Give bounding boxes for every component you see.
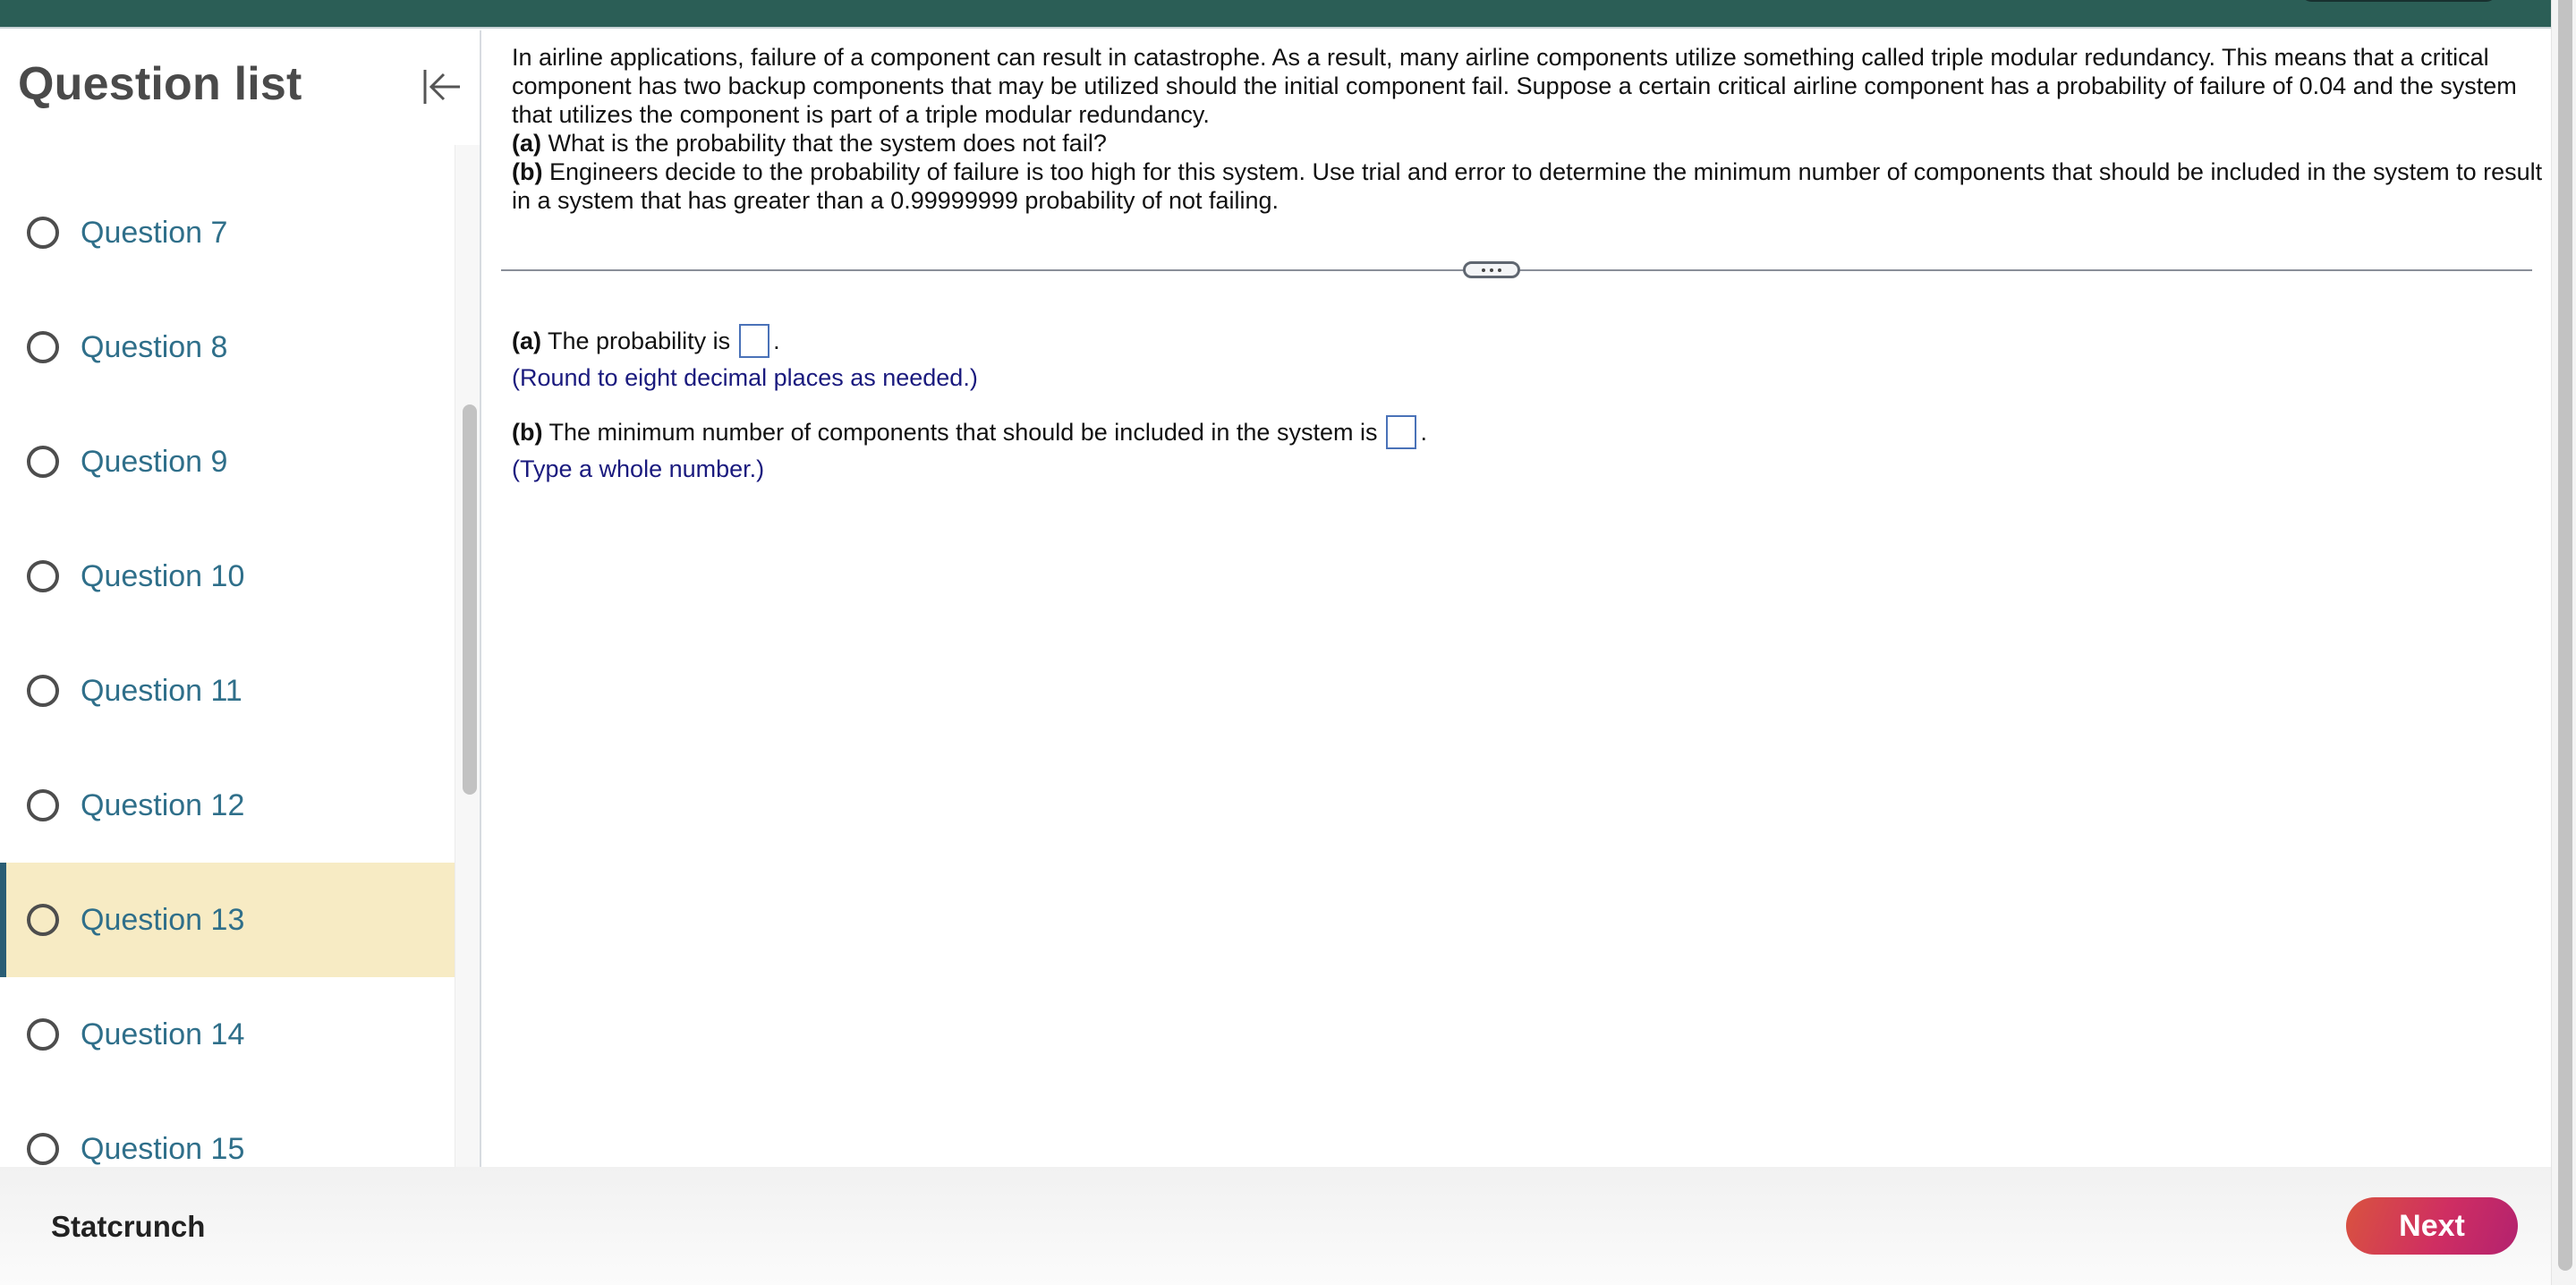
radio-unanswered-icon bbox=[27, 789, 59, 821]
question-list-sidebar: Question list Question 7 Question 8 Ques… bbox=[0, 30, 481, 1167]
question-item-8[interactable]: Question 8 bbox=[0, 290, 455, 404]
question-item-11[interactable]: Question 11 bbox=[0, 634, 455, 748]
question-item-label: Question 12 bbox=[81, 787, 245, 822]
question-item-label: Question 14 bbox=[81, 1017, 245, 1051]
radio-unanswered-icon bbox=[27, 904, 59, 936]
footer-bar: Statcrunch Next bbox=[0, 1167, 2551, 1285]
answer-a-label: (a) bbox=[512, 327, 541, 354]
top-bar-button[interactable] bbox=[2300, 0, 2498, 2]
question-item-label: Question 13 bbox=[81, 902, 245, 937]
radio-unanswered-icon bbox=[27, 1133, 59, 1165]
question-item-14[interactable]: Question 14 bbox=[0, 977, 455, 1092]
question-item-label: Question 9 bbox=[81, 444, 228, 479]
question-item-13-active[interactable]: Question 13 bbox=[0, 863, 455, 977]
sidebar-title: Question list bbox=[18, 58, 302, 110]
part-b-text: Engineers decide to the probability of f… bbox=[512, 158, 2543, 214]
radio-unanswered-icon bbox=[27, 446, 59, 478]
part-a-label: (a) bbox=[512, 130, 541, 157]
question-item-10[interactable]: Question 10 bbox=[0, 519, 455, 634]
answer-part-a: (a) The probability is . (Round to eight… bbox=[512, 324, 978, 392]
radio-unanswered-icon bbox=[27, 675, 59, 707]
divider-drag-handle[interactable] bbox=[1463, 261, 1520, 278]
next-button[interactable]: Next bbox=[2346, 1197, 2518, 1255]
answer-b-suffix: . bbox=[1420, 418, 1427, 446]
page-scrollbar[interactable] bbox=[2551, 0, 2576, 1285]
question-list: Question 7 Question 8 Question 9 Questio… bbox=[0, 175, 455, 1167]
question-item-label: Question 8 bbox=[81, 329, 228, 364]
radio-unanswered-icon bbox=[27, 1018, 59, 1051]
answer-b-label: (b) bbox=[512, 418, 543, 446]
part-a-text: What is the probability that the system … bbox=[548, 130, 1107, 157]
question-item-label: Question 15 bbox=[81, 1131, 245, 1166]
page-scrollbar-thumb[interactable] bbox=[2558, 0, 2572, 1271]
collapse-sidebar-button[interactable] bbox=[419, 63, 463, 111]
radio-unanswered-icon bbox=[27, 331, 59, 363]
question-item-label: Question 7 bbox=[81, 215, 228, 250]
sidebar-scrollbar-thumb[interactable] bbox=[463, 404, 477, 795]
answer-b-input[interactable] bbox=[1386, 415, 1417, 449]
question-panel: In airline applications, failure of a co… bbox=[483, 30, 2551, 1167]
question-item-12[interactable]: Question 12 bbox=[0, 748, 455, 863]
question-intro: In airline applications, failure of a co… bbox=[512, 44, 2517, 128]
answer-part-b: (b) The minimum number of components tha… bbox=[512, 415, 1427, 483]
more-horizontal-icon bbox=[1498, 268, 1501, 272]
more-horizontal-icon bbox=[1482, 268, 1485, 272]
question-item-label: Question 10 bbox=[81, 558, 245, 593]
question-item-label: Question 11 bbox=[81, 673, 242, 708]
collapse-left-icon bbox=[423, 70, 460, 104]
more-horizontal-icon bbox=[1490, 268, 1493, 272]
answer-b-hint: (Type a whole number.) bbox=[512, 455, 765, 482]
answer-a-hint: (Round to eight decimal places as needed… bbox=[512, 364, 978, 391]
answer-a-text: The probability is bbox=[548, 327, 731, 354]
question-item-15[interactable]: Question 15 bbox=[0, 1092, 455, 1167]
question-text: In airline applications, failure of a co… bbox=[512, 43, 2543, 215]
sidebar-scrollbar[interactable] bbox=[455, 145, 480, 1167]
radio-unanswered-icon bbox=[27, 560, 59, 592]
answer-b-text: The minimum number of components that sh… bbox=[548, 418, 1378, 446]
part-b-label: (b) bbox=[512, 158, 543, 185]
statcrunch-link[interactable]: Statcrunch bbox=[51, 1210, 205, 1244]
answer-a-input[interactable] bbox=[739, 324, 770, 358]
top-bar bbox=[0, 0, 2551, 29]
radio-unanswered-icon bbox=[27, 217, 59, 249]
question-item-7[interactable]: Question 7 bbox=[0, 175, 455, 290]
answer-a-suffix: . bbox=[773, 327, 780, 354]
question-item-9[interactable]: Question 9 bbox=[0, 404, 455, 519]
